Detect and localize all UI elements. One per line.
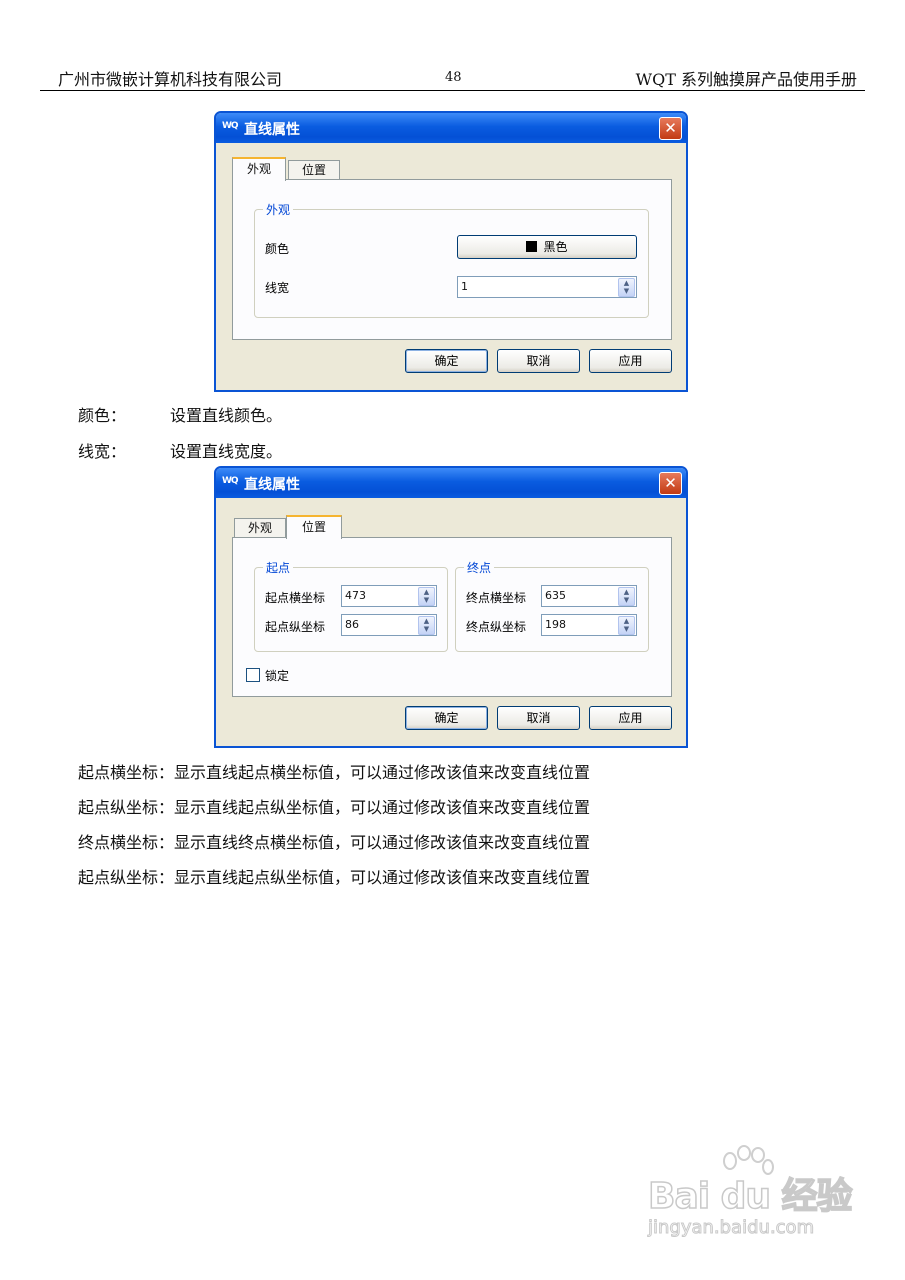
watermark-main: Bai du 经验 bbox=[647, 1175, 853, 1218]
apply-button[interactable]: 应用 bbox=[589, 706, 672, 730]
desc-end-x: 终点横坐标：显示直线终点横坐标值，可以通过修改该值来改变直线位置 bbox=[78, 833, 591, 852]
close-button[interactable]: ✕ bbox=[659, 472, 682, 495]
end-x-label: 终点横坐标 bbox=[466, 591, 527, 605]
tab-appearance[interactable]: 外观 bbox=[234, 518, 286, 538]
app-logo-icon: WQ bbox=[222, 476, 239, 486]
start-x-label: 起点横坐标 bbox=[265, 591, 326, 605]
line-properties-dialog-position: WQ 直线属性 ✕ 外观 位置 起点 终点 起点横坐标 473 ▲ ▼ 起点纵坐标… bbox=[214, 466, 688, 748]
app-logo-icon: WQ bbox=[222, 121, 239, 131]
desc-end-y: 起点纵坐标：显示直线起点纵坐标值，可以通过修改该值来改变直线位置 bbox=[78, 868, 591, 887]
watermark-url: jingyan.baidu.com bbox=[647, 1217, 815, 1239]
page-number: 48 bbox=[445, 70, 462, 85]
appearance-group: 外观 bbox=[254, 201, 649, 318]
tab-panel: 起点 终点 起点横坐标 473 ▲ ▼ 起点纵坐标 86 ▲ ▼ 终点横坐标 635… bbox=[232, 537, 672, 697]
line-width-spinner[interactable]: 1 ▲ ▼ bbox=[457, 276, 637, 298]
color-swatch bbox=[526, 241, 538, 252]
desc-key: 线宽： bbox=[78, 442, 127, 461]
start-x-value: 473 bbox=[345, 589, 366, 602]
spinner-arrows-icon[interactable]: ▲ ▼ bbox=[618, 278, 635, 297]
end-x-value: 635 bbox=[545, 589, 566, 602]
header-company: 广州市微嵌计算机科技有限公司 bbox=[58, 70, 283, 89]
header-rule bbox=[40, 90, 865, 91]
tab-panel: 外观 颜色 黑色 线宽 1 ▲ ▼ bbox=[232, 179, 672, 340]
start-x-spinner[interactable]: 473 ▲ ▼ bbox=[341, 585, 437, 607]
start-point-group: 起点 bbox=[254, 559, 448, 652]
desc-text: 设置直线颜色。 bbox=[170, 406, 283, 425]
end-y-label: 终点纵坐标 bbox=[466, 620, 527, 634]
ok-button[interactable]: 确定 bbox=[405, 349, 488, 373]
desc-start-y: 起点纵坐标：显示直线起点纵坐标值，可以通过修改该值来改变直线位置 bbox=[78, 798, 591, 817]
end-y-spinner[interactable]: 198 ▲ ▼ bbox=[541, 614, 637, 636]
line-width-value: 1 bbox=[461, 280, 468, 293]
desc-start-x: 起点横坐标：显示直线起点横坐标值，可以通过修改该值来改变直线位置 bbox=[78, 763, 591, 782]
group-label: 起点 bbox=[263, 559, 294, 576]
start-y-value: 86 bbox=[345, 618, 359, 631]
end-point-group: 终点 bbox=[455, 559, 649, 652]
tab-position[interactable]: 位置 bbox=[288, 160, 340, 180]
cancel-button[interactable]: 取消 bbox=[497, 349, 580, 373]
desc-width: 线宽： 设置直线宽度。 bbox=[78, 438, 282, 462]
dialog-titlebar[interactable]: WQ 直线属性 ✕ bbox=[216, 113, 686, 143]
color-picker-button[interactable]: 黑色 bbox=[457, 235, 637, 259]
close-icon: ✕ bbox=[664, 474, 677, 492]
end-y-value: 198 bbox=[545, 618, 566, 631]
tab-appearance[interactable]: 外观 bbox=[232, 157, 286, 181]
header-manual-title: WQT 系列触摸屏产品使用手册 bbox=[635, 70, 857, 89]
spinner-arrows-icon[interactable]: ▲ ▼ bbox=[618, 616, 635, 635]
cancel-button[interactable]: 取消 bbox=[497, 706, 580, 730]
group-label: 外观 bbox=[263, 201, 294, 218]
end-x-spinner[interactable]: 635 ▲ ▼ bbox=[541, 585, 637, 607]
spinner-arrows-icon[interactable]: ▲ ▼ bbox=[618, 587, 635, 606]
lock-checkbox[interactable] bbox=[246, 668, 260, 682]
spinner-arrows-icon[interactable]: ▲ ▼ bbox=[418, 616, 435, 635]
color-value: 黑色 bbox=[543, 240, 568, 254]
dialog-titlebar[interactable]: WQ 直线属性 ✕ bbox=[216, 468, 686, 498]
color-label: 颜色 bbox=[265, 242, 290, 256]
tab-position[interactable]: 位置 bbox=[286, 515, 342, 539]
desc-key: 颜色： bbox=[78, 406, 127, 425]
line-properties-dialog-appearance: WQ 直线属性 ✕ 外观 位置 外观 颜色 黑色 线宽 1 ▲ ▼ 确定 取消 应… bbox=[214, 111, 688, 392]
start-y-label: 起点纵坐标 bbox=[265, 620, 326, 634]
baidu-jingyan-watermark: Bai du 经验 jingyan.baidu.com bbox=[640, 1145, 855, 1245]
close-icon: ✕ bbox=[664, 119, 677, 137]
start-y-spinner[interactable]: 86 ▲ ▼ bbox=[341, 614, 437, 636]
dialog-title: 直线属性 bbox=[244, 477, 300, 493]
desc-text: 设置直线宽度。 bbox=[170, 442, 283, 461]
apply-button[interactable]: 应用 bbox=[589, 349, 672, 373]
lock-label: 锁定 bbox=[265, 669, 290, 683]
spinner-arrows-icon[interactable]: ▲ ▼ bbox=[418, 587, 435, 606]
line-width-label: 线宽 bbox=[265, 281, 290, 295]
desc-color: 颜色： 设置直线颜色。 bbox=[78, 402, 282, 426]
dialog-title: 直线属性 bbox=[244, 122, 300, 138]
group-label: 终点 bbox=[464, 559, 495, 576]
close-button[interactable]: ✕ bbox=[659, 117, 682, 140]
ok-button[interactable]: 确定 bbox=[405, 706, 488, 730]
